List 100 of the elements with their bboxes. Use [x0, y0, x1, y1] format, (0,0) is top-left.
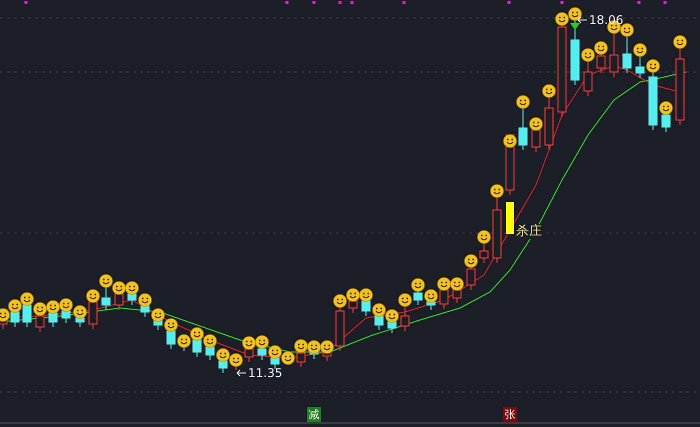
candlestick: [636, 56, 644, 78]
smiley-icon: [359, 288, 373, 302]
smiley-icon: [294, 339, 308, 353]
candlestick: [296, 352, 306, 368]
smiley-icon: [59, 298, 73, 312]
smiley-icon: [594, 41, 608, 55]
smiley-icon: [516, 95, 530, 109]
smiley-icon: [0, 308, 10, 322]
arrow-icon: [577, 16, 588, 24]
candlestick: [388, 322, 396, 334]
smiley-icon: [568, 7, 582, 21]
candlestick: [440, 290, 448, 310]
signal-badge: 减: [307, 407, 321, 422]
smiley-icon: [112, 281, 126, 295]
smiley-icon: [398, 293, 412, 307]
candlestick: [532, 130, 540, 152]
arrow-icon: [236, 369, 247, 377]
candlestick: [610, 32, 618, 78]
candlestick: [336, 306, 344, 352]
candlestick: [22, 304, 32, 328]
smiley-icon: [73, 305, 87, 319]
smiley-icon: [620, 23, 634, 37]
down-triangle-icon: [570, 23, 580, 30]
candlestick: [270, 358, 280, 370]
candlestick: [596, 54, 606, 74]
candlestick: [374, 316, 384, 330]
smiley-icon: [346, 288, 360, 302]
candlestick: [166, 330, 176, 350]
smiley-icon: [411, 278, 425, 292]
candlestick: [258, 348, 266, 360]
candlestick: [348, 300, 358, 314]
candlestick: [62, 310, 70, 324]
candlestick: [452, 290, 462, 304]
smiley-icon: [99, 274, 113, 288]
smiley-icon: [424, 289, 438, 303]
signal-badge: 张: [503, 407, 517, 422]
candlestick: [622, 36, 632, 74]
smiley-icon: [633, 43, 647, 57]
smiley-icon: [320, 340, 334, 354]
candlestick: [570, 20, 580, 86]
smiley-icon: [46, 300, 60, 314]
smiley-icon: [151, 308, 165, 322]
candlestick: [414, 290, 422, 306]
smiley-icon: [464, 254, 478, 268]
candlestick: [102, 286, 110, 310]
candlestick: [648, 72, 658, 130]
smiley-icon: [646, 59, 660, 73]
candlestick: [584, 60, 592, 96]
candlestick: [244, 348, 254, 362]
smiley-icon: [450, 277, 464, 291]
smiley-icon: [138, 293, 152, 307]
smiley-icon: [437, 277, 451, 291]
smiley-icon: [477, 230, 491, 244]
smiley-icon: [307, 340, 321, 354]
smiley-icon: [581, 48, 595, 62]
smiley-icon: [268, 345, 282, 359]
smiley-icon: [490, 184, 504, 198]
candlestick: [492, 196, 502, 264]
smiley-icon: [33, 302, 47, 316]
smiley-icon: [177, 334, 191, 348]
candlestick: [466, 266, 476, 290]
signal-bar: [506, 202, 514, 234]
smiley-icon: [281, 351, 295, 365]
candlestick: [662, 114, 670, 132]
candlestick: [206, 346, 214, 360]
smiley-icon: [659, 101, 673, 115]
smiley-icon: [20, 292, 34, 306]
candlestick: [480, 242, 488, 264]
smiley-icon: [333, 294, 347, 308]
smiley-icon: [242, 336, 256, 350]
smiley-icon: [385, 309, 399, 323]
candlestick: [114, 294, 124, 310]
price-label: 11.35: [248, 366, 282, 380]
candlestick: [128, 294, 136, 306]
candlestick: [400, 306, 410, 332]
candlestick: [544, 96, 554, 150]
candlestick: [36, 314, 44, 332]
price-label: 18.06: [589, 13, 624, 27]
smiley-icon: [8, 299, 22, 313]
candlestick: [48, 312, 58, 328]
smiley-icon: [529, 117, 543, 131]
candlestick: [218, 360, 228, 374]
smiley-icon: [503, 134, 517, 148]
smiley-icon: [203, 334, 217, 348]
smiley-icon: [255, 335, 269, 349]
candlestick: [192, 340, 202, 358]
candlestick: [10, 312, 20, 328]
candlestick: [518, 108, 528, 150]
smiley-icon: [673, 35, 687, 49]
smiley-icon: [229, 353, 243, 367]
signal-label: 杀庄: [516, 224, 542, 239]
smiley-icon: [372, 303, 386, 317]
smiley-icon: [125, 281, 139, 295]
smiley-icon: [190, 327, 204, 341]
smiley-icon: [86, 289, 100, 303]
candlestick: [140, 306, 150, 318]
candlestick: [88, 302, 98, 330]
smiley-icon: [164, 318, 178, 332]
smiley-icon: [216, 348, 230, 362]
smiley-icon: [542, 84, 556, 98]
